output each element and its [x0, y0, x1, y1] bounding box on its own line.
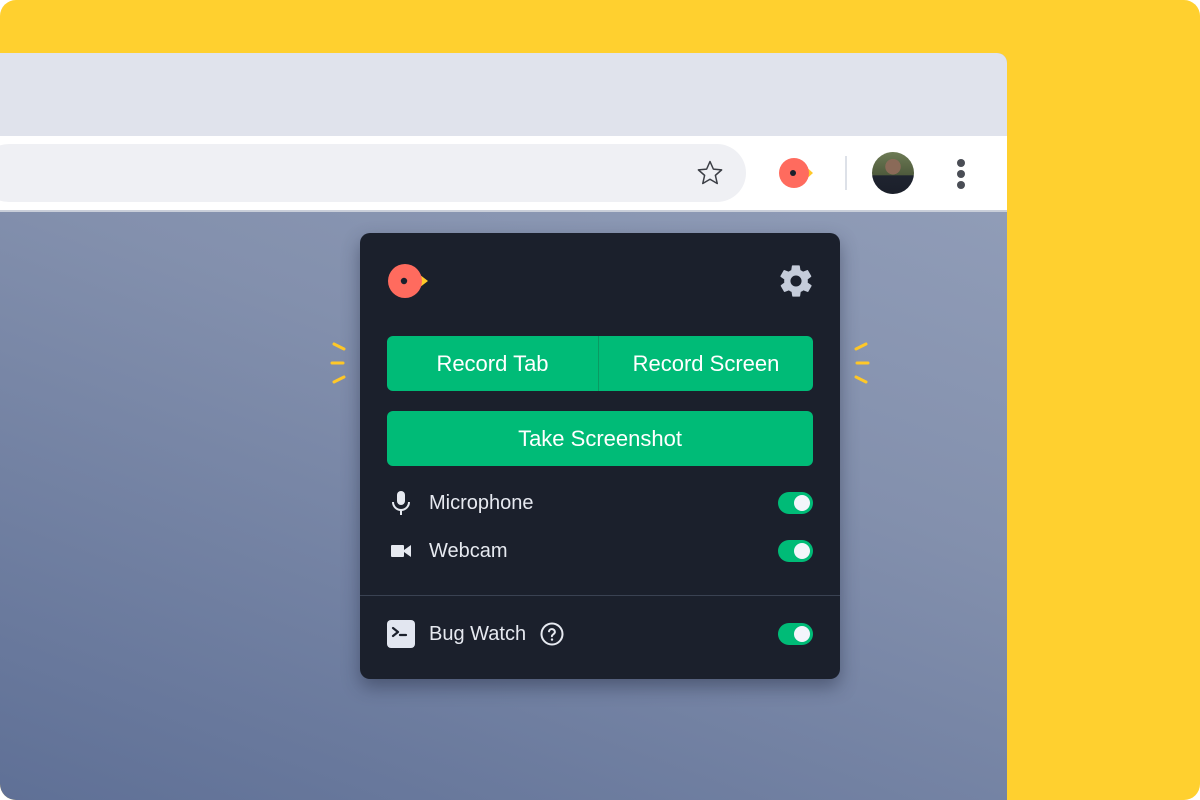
address-bar[interactable]: [0, 144, 746, 202]
microphone-toggle[interactable]: [778, 492, 813, 514]
terminal-icon: [387, 620, 415, 648]
toggle-knob: [794, 626, 810, 642]
webcam-label: Webcam: [429, 539, 508, 562]
microphone-label: Microphone: [429, 491, 534, 514]
microphone-icon: [387, 489, 415, 517]
question-circle-icon[interactable]: [540, 622, 564, 646]
bug-watch-toggle[interactable]: [778, 623, 813, 645]
take-screenshot-button[interactable]: Take Screenshot: [387, 411, 813, 466]
tab-strip: [0, 53, 1007, 136]
browser-toolbar: [0, 136, 1007, 212]
toolbar-divider: [845, 156, 847, 190]
canvas-background: Record Tab Record Screen Take Screenshot…: [0, 0, 1200, 800]
star-icon[interactable]: [694, 157, 726, 189]
gear-icon[interactable]: [777, 262, 815, 300]
recorder-extension-icon[interactable]: [778, 157, 814, 189]
video-camera-icon: [387, 537, 415, 565]
record-screen-button[interactable]: Record Screen: [599, 336, 813, 391]
sparkle-right-icon: [848, 338, 888, 388]
bug-watch-option: Bug Watch: [387, 616, 813, 652]
popup-divider: [360, 595, 840, 596]
microphone-option: Microphone: [387, 485, 813, 521]
webcam-option: Webcam: [387, 533, 813, 569]
extension-popup: Record Tab Record Screen Take Screenshot…: [360, 233, 840, 679]
kebab-menu-icon[interactable]: [950, 156, 972, 190]
bird-logo-icon: [387, 263, 429, 299]
avatar[interactable]: [872, 152, 914, 194]
webcam-toggle[interactable]: [778, 540, 813, 562]
toggle-knob: [794, 495, 810, 511]
record-tab-button[interactable]: Record Tab: [387, 336, 598, 391]
bug-watch-label: Bug Watch: [429, 622, 527, 645]
toggle-knob: [794, 543, 810, 559]
